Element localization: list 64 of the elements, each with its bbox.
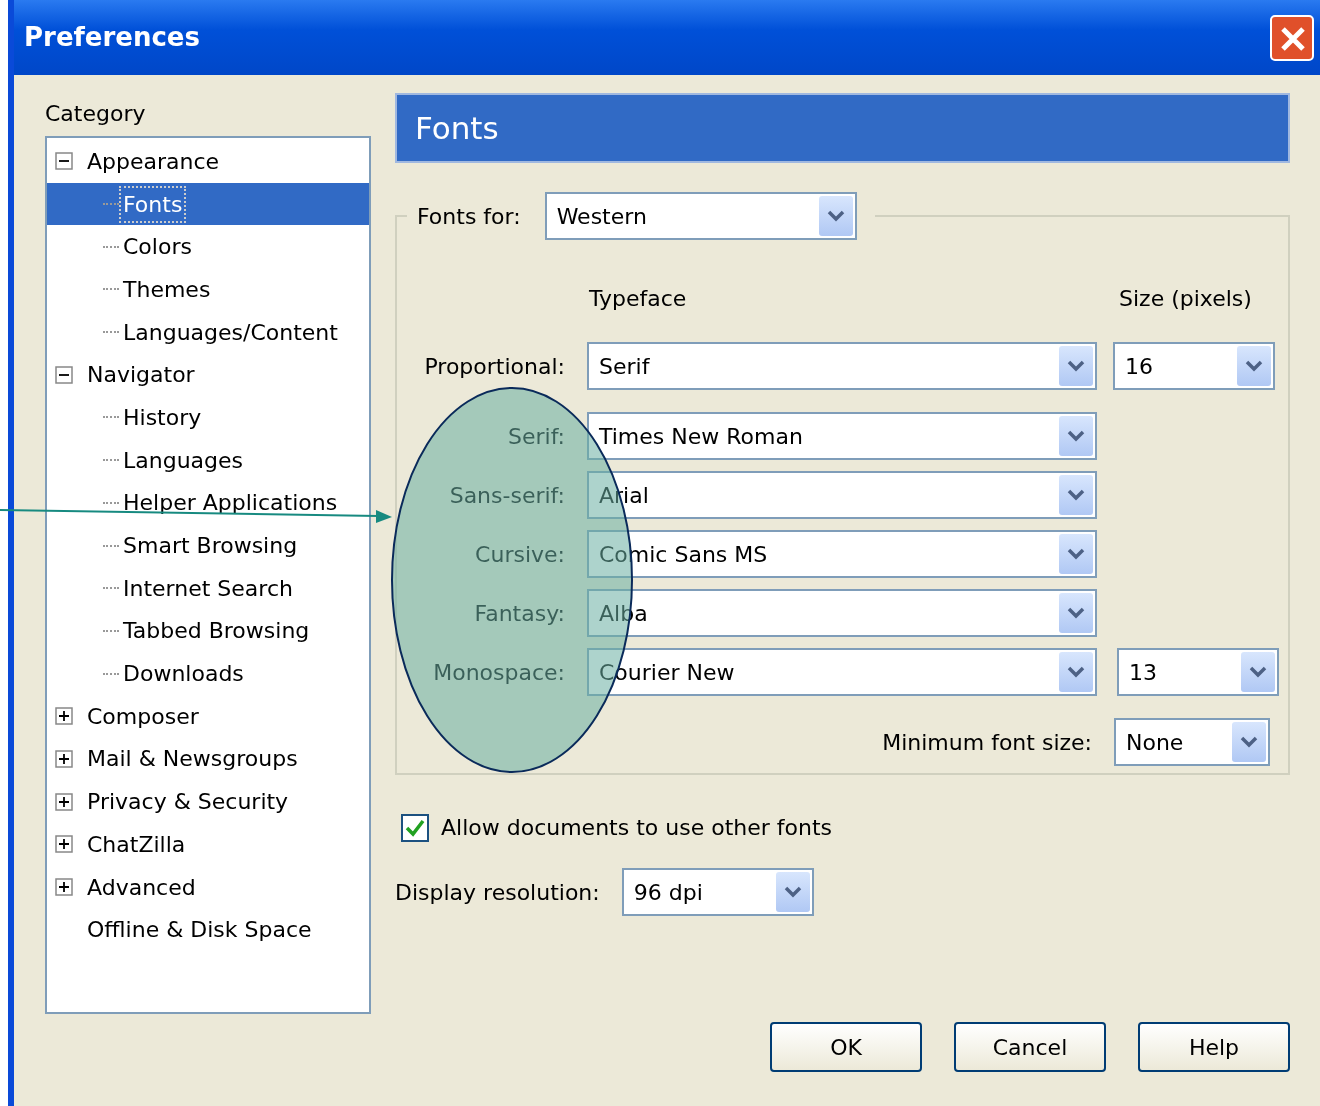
column-heading: Size (pixels)	[1119, 284, 1252, 313]
chevron-icon	[1066, 429, 1086, 443]
chevron-icon	[1066, 488, 1086, 502]
tree-item[interactable]: Privacy & Security	[85, 785, 291, 819]
dialog-button[interactable]: Cancel	[954, 1022, 1106, 1072]
checkbox-label: Allow documents to use other fonts	[441, 814, 833, 842]
chevron-icon	[1239, 735, 1259, 749]
expand-icon[interactable]	[55, 749, 73, 768]
tree-item[interactable]: Navigator	[85, 358, 197, 392]
field-label: Sans-serif:	[448, 481, 565, 510]
close-button[interactable]	[1270, 14, 1314, 61]
tree-item[interactable]: Downloads	[121, 657, 246, 691]
expand-icon[interactable]	[55, 792, 73, 811]
field-label: Monospace:	[432, 658, 565, 687]
tree-item[interactable]: Languages/Content	[121, 315, 340, 349]
chevron-icon	[825, 209, 846, 223]
window-title: Preferences	[24, 21, 200, 54]
dropdown[interactable]: 16	[1113, 342, 1275, 390]
tree-item[interactable]: Advanced	[85, 870, 198, 904]
tree-item[interactable]: History	[121, 400, 204, 434]
checkmark-icon	[405, 818, 425, 837]
field-label: Fonts for:	[417, 202, 521, 231]
field-label: Cursive:	[474, 540, 565, 569]
chevron-icon	[1248, 665, 1268, 679]
dropdown[interactable]: Serif	[587, 342, 1097, 390]
checkbox[interactable]	[401, 813, 429, 842]
tree-item[interactable]: Smart Browsing	[121, 529, 300, 563]
tree-item[interactable]: Tabbed Browsing	[121, 614, 312, 648]
collapse-icon[interactable]	[55, 152, 73, 171]
dropdown[interactable]: Western	[544, 192, 857, 240]
dropdown[interactable]: 96 dpi	[621, 868, 814, 916]
field-label: Proportional:	[423, 352, 565, 381]
chevron-icon	[1244, 359, 1264, 373]
expand-icon[interactable]	[55, 707, 73, 726]
chevron-icon	[782, 885, 803, 899]
chevron-icon	[1066, 359, 1086, 373]
tree-item[interactable]: Mail & Newsgroups	[85, 742, 300, 776]
tree-item[interactable]: Colors	[121, 230, 194, 264]
dropdown[interactable]: None	[1114, 718, 1270, 766]
field-label: Display resolution:	[395, 878, 600, 907]
tree-item[interactable]: Themes	[121, 272, 213, 306]
tree-item[interactable]: Languages	[121, 443, 246, 477]
dialog-button[interactable]: Help	[1138, 1022, 1290, 1072]
tree-item[interactable]: Internet Search	[121, 571, 295, 605]
collapse-icon[interactable]	[55, 365, 73, 384]
chevron-icon	[1066, 547, 1086, 561]
tree-item[interactable]: Helper Applications	[121, 486, 340, 520]
category-label: Category	[45, 100, 147, 128]
chevron-icon	[1066, 606, 1086, 620]
tree-item[interactable]: Composer	[85, 699, 201, 733]
column-heading: Typeface	[589, 284, 688, 313]
field-label: Fantasy:	[473, 599, 565, 628]
tree-item[interactable]: Offline & Disk Space	[85, 913, 314, 947]
expand-icon[interactable]	[55, 878, 73, 897]
dropdown[interactable]: 13	[1117, 648, 1279, 696]
chevron-icon	[1066, 665, 1086, 679]
tree-item[interactable]: ChatZilla	[85, 827, 188, 861]
dialog-button[interactable]: OK	[770, 1022, 922, 1072]
expand-icon[interactable]	[55, 835, 73, 854]
panel-title: Fonts	[395, 93, 1290, 163]
field-label: Serif:	[506, 422, 565, 451]
dropdown[interactable]: Times New Roman	[587, 412, 1097, 460]
tree-item[interactable]: Appearance	[85, 144, 222, 178]
field-label: Minimum font size:	[882, 728, 1092, 757]
